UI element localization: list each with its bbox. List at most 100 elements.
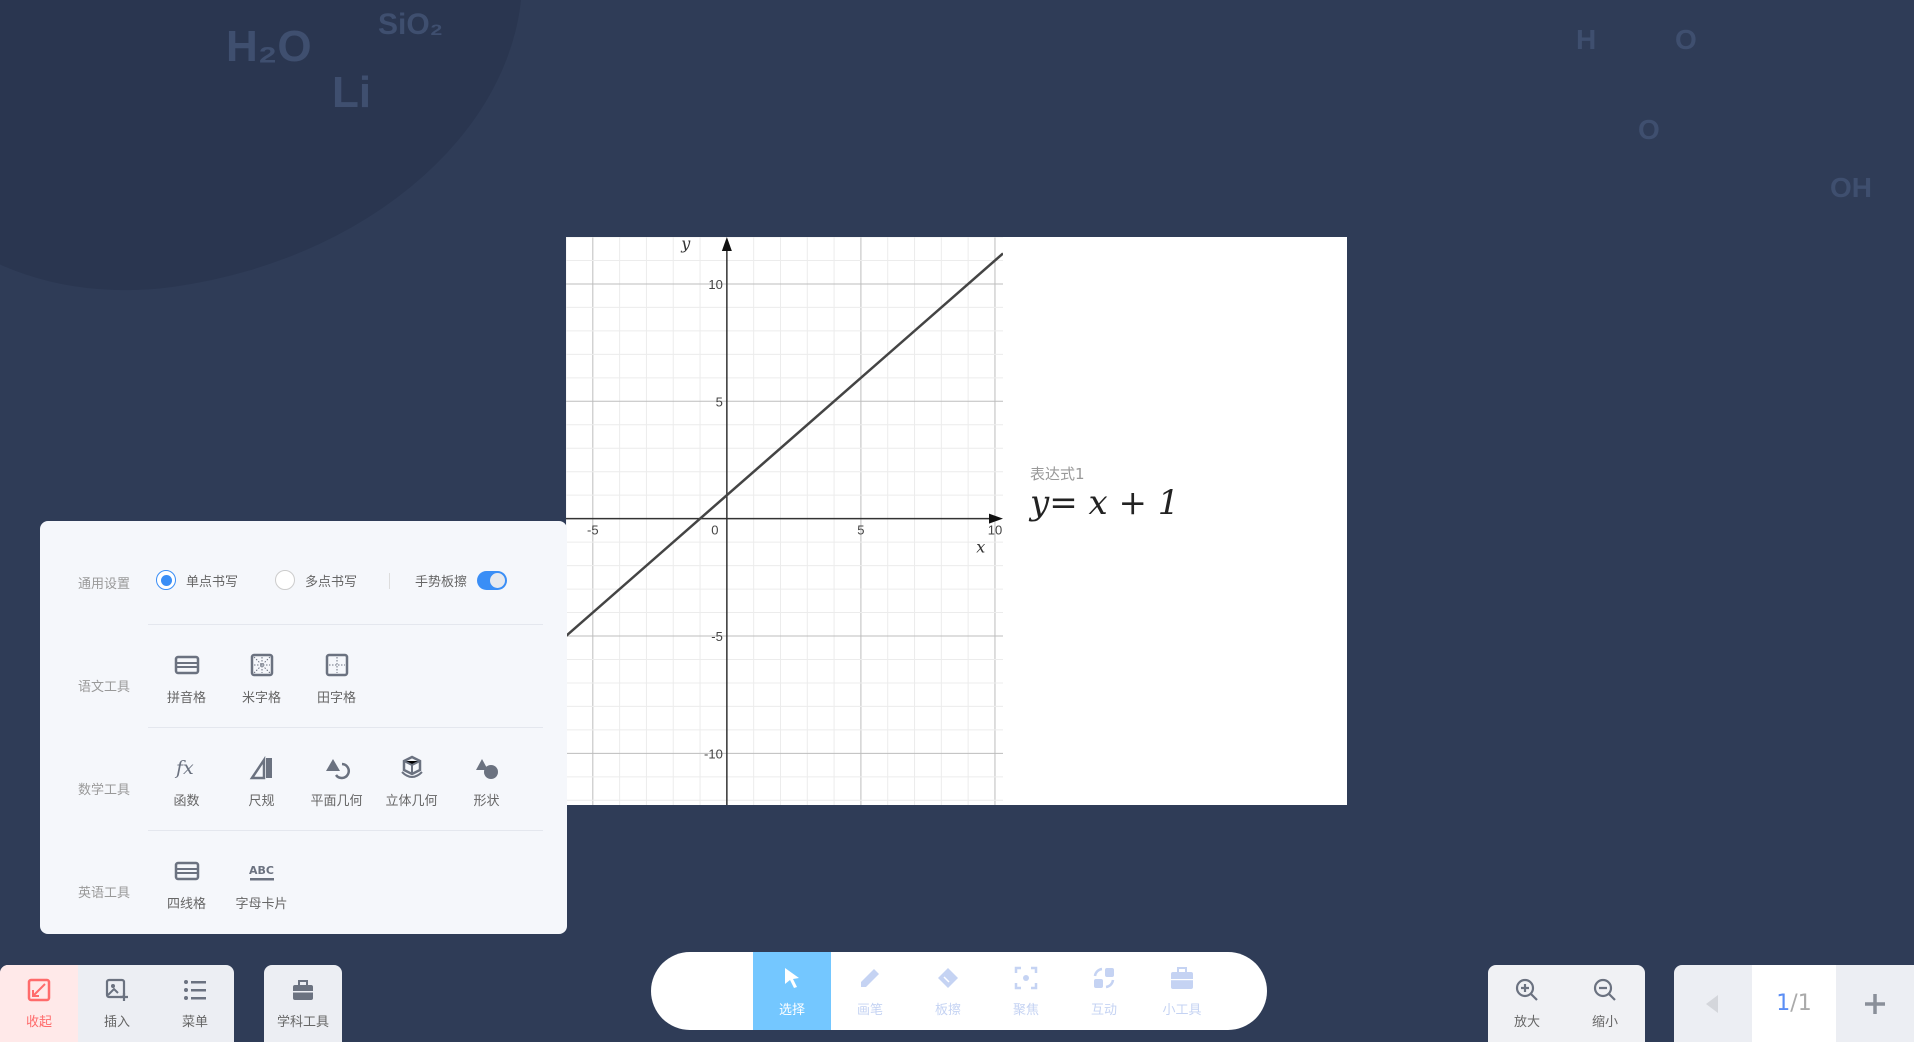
pinyin-grid-icon — [174, 655, 199, 675]
cube-icon — [400, 755, 423, 778]
eraser-tool[interactable]: 板擦 — [909, 952, 987, 1030]
y-axis-label: y — [680, 237, 691, 253]
letter-card-tool[interactable]: ABC 字母卡片 — [224, 857, 299, 912]
focus-tool[interactable]: 聚焦 — [987, 952, 1065, 1030]
y-tick-label: 10 — [708, 277, 722, 292]
y-axis-arrow — [721, 237, 732, 251]
select-tool[interactable]: 选择 — [753, 952, 831, 1030]
collapse-icon — [27, 978, 51, 1002]
zoom-in-label: 放大 — [1513, 1015, 1540, 1030]
subject-tools[interactable]: 学科工具 — [264, 965, 342, 1042]
gadgets-tool[interactable]: 小工具 — [1143, 952, 1221, 1030]
pinyin-grid-tool[interactable]: 拼音格 — [149, 651, 224, 706]
divider — [148, 727, 543, 728]
menu-label: 菜单 — [181, 1015, 208, 1030]
total-pages: /1 — [1790, 991, 1812, 1016]
fx-icon: fx — [174, 757, 194, 779]
focus-icon — [1014, 966, 1038, 989]
graph-card[interactable]: -5 0 5 10 10 5 -5 -10 x y 表达式1 y= x + 1 — [566, 237, 1347, 805]
left-toolbar: 收起 插入 菜单 — [0, 965, 234, 1042]
zoom-out-label: 缩小 — [1591, 1015, 1618, 1030]
tool-label: 田字格 — [316, 691, 356, 706]
svg-text:fx: fx — [174, 757, 194, 779]
zoom-out-button[interactable]: 缩小 — [1566, 965, 1644, 1042]
x-tick-label: 0 — [711, 523, 718, 538]
insert-button[interactable]: 插入 — [78, 965, 156, 1042]
plane-geometry-tool[interactable]: 平面几何 — [299, 754, 374, 809]
toolbox-icon — [1171, 966, 1193, 989]
mi-grid-tool[interactable]: 米字格 — [224, 651, 299, 706]
menu-list-icon — [184, 980, 206, 1000]
mi-grid-icon — [250, 653, 273, 677]
bg-text: O — [1675, 24, 1697, 55]
collapse-button[interactable]: 收起 — [0, 965, 78, 1042]
tian-grid-tool[interactable]: 田字格 — [299, 651, 374, 706]
zoom-in-button[interactable]: 放大 — [1488, 965, 1566, 1042]
four-line-icon — [174, 861, 199, 881]
tool-label: 尺规 — [248, 794, 275, 809]
function-tool[interactable]: fx 函数 — [149, 754, 224, 809]
single-touch-radio[interactable]: 单点书写 — [156, 570, 238, 590]
plus-icon — [1865, 993, 1885, 1014]
solid-geometry-tool[interactable]: 立体几何 — [374, 754, 449, 809]
multi-touch-radio[interactable]: 多点书写 — [275, 570, 357, 590]
insert-image-icon — [105, 978, 128, 1001]
tool-label: 画笔 — [856, 1002, 883, 1018]
page-controls: 1/1 — [1674, 965, 1914, 1042]
bg-text: OH — [1830, 172, 1872, 203]
plane-geometry-icon — [325, 759, 350, 780]
tool-label: 互动 — [1090, 1002, 1117, 1018]
zoom-in-icon — [1515, 978, 1538, 1001]
tool-label: 聚焦 — [1012, 1002, 1039, 1018]
tool-label: 立体几何 — [385, 794, 438, 809]
interact-tool[interactable]: 互动 — [1065, 952, 1143, 1030]
x-tick-label: -5 — [587, 523, 599, 538]
collapse-label: 收起 — [25, 1015, 52, 1030]
y-tick-label: 5 — [716, 394, 723, 409]
tool-label: 小工具 — [1162, 1002, 1202, 1018]
abc-text: ABC — [249, 864, 274, 877]
general-settings-label: 通用设置 — [78, 577, 131, 592]
gesture-eraser-toggle[interactable]: 手势板擦 — [415, 571, 508, 590]
tool-label: 选择 — [778, 1002, 805, 1018]
y-tick-label: -5 — [711, 629, 723, 644]
ruler-compass-tool[interactable]: 尺规 — [224, 754, 299, 809]
function-line — [566, 252, 1003, 637]
current-page: 1 — [1776, 991, 1791, 1016]
divider — [389, 573, 390, 589]
toolbox-icon — [293, 980, 313, 1000]
menu-button[interactable]: 菜单 — [156, 965, 234, 1042]
bg-text: SiO₂ — [378, 8, 444, 41]
tool-label: 四线格 — [166, 897, 206, 912]
pen-tool[interactable]: 画笔 — [831, 952, 909, 1030]
zoom-out-icon — [1593, 978, 1616, 1001]
tian-grid-icon — [325, 653, 348, 677]
expression-formula[interactable]: y= x + 1 — [1030, 483, 1179, 523]
math-tools-label: 数学工具 — [78, 783, 131, 798]
x-tick-label: 5 — [857, 523, 864, 538]
page-indicator: 1/1 — [1752, 965, 1836, 1042]
four-line-grid-tool[interactable]: 四线格 — [149, 857, 224, 912]
tool-label: 板擦 — [934, 1002, 961, 1018]
add-page-button[interactable] — [1836, 965, 1914, 1042]
function-plot[interactable]: -5 0 5 10 10 5 -5 -10 x y — [566, 237, 1003, 805]
cursor-icon — [785, 967, 799, 988]
subject-tools-button[interactable]: 学科工具 — [264, 965, 342, 1042]
bg-text: H₂O — [226, 22, 312, 71]
bg-text: H — [1576, 24, 1597, 55]
divider — [148, 624, 543, 625]
y-tick-label: -10 — [704, 746, 723, 761]
zoom-controls: 放大 缩小 — [1488, 965, 1645, 1042]
chinese-tools-label: 语文工具 — [78, 680, 131, 695]
shape-tool[interactable]: 形状 — [449, 754, 524, 809]
prev-page-button[interactable] — [1674, 965, 1752, 1042]
interact-icon — [1093, 967, 1115, 988]
bg-text: O — [1638, 114, 1660, 145]
x-axis-label: x — [976, 538, 985, 557]
ruler-icon — [249, 755, 272, 780]
toggle-switch[interactable] — [477, 571, 508, 590]
divider — [148, 830, 543, 831]
radio-unchecked-icon — [275, 570, 295, 590]
gesture-eraser-label: 手势板擦 — [415, 575, 468, 590]
subject-tools-label: 学科工具 — [276, 1015, 329, 1030]
